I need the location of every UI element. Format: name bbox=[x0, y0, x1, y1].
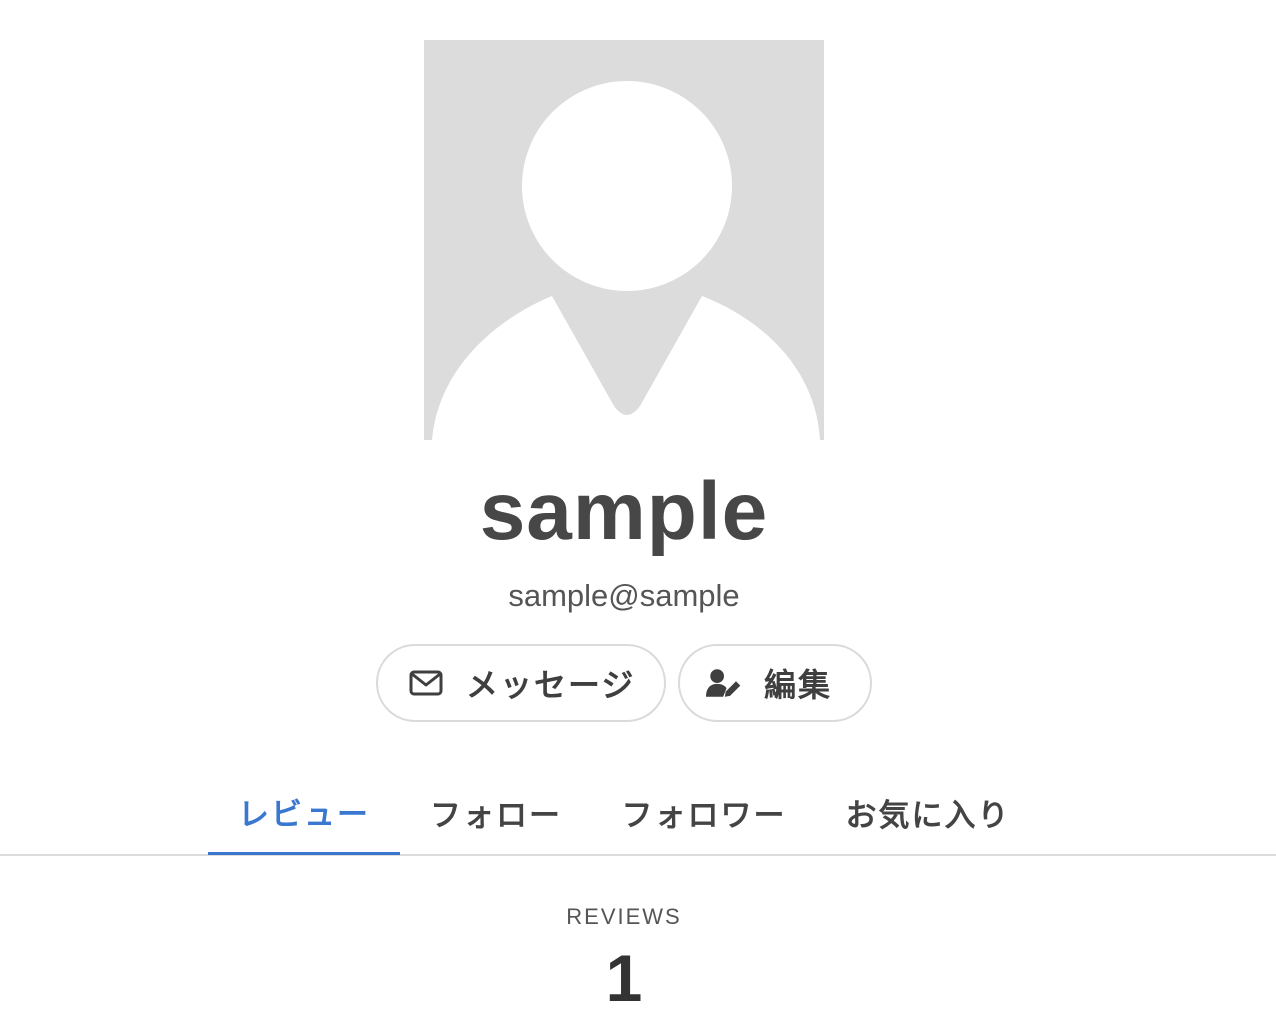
profile-tabs: レビュー フォロー フォロワー お気に入り bbox=[0, 770, 1276, 856]
envelope-icon bbox=[408, 665, 444, 701]
tab-followers[interactable]: フォロワー bbox=[592, 770, 816, 854]
tab-favorites[interactable]: お気に入り bbox=[816, 770, 1040, 854]
edit-profile-button[interactable]: 編集 bbox=[678, 644, 872, 722]
profile-email: sample@sample bbox=[508, 578, 740, 613]
message-button[interactable]: メッセージ bbox=[376, 644, 666, 722]
reviews-count-value: 1 bbox=[605, 941, 643, 1015]
edit-button-label: 編集 bbox=[764, 667, 833, 703]
message-button-label: メッセージ bbox=[466, 667, 636, 703]
default-user-avatar-icon bbox=[424, 40, 824, 440]
user-edit-icon bbox=[706, 665, 742, 701]
profile-page: sample sample@sample メッセージ 編集 レビュー フォロー … bbox=[0, 0, 1276, 1024]
profile-username: sample bbox=[479, 466, 769, 557]
tab-follow[interactable]: フォロー bbox=[400, 770, 592, 854]
avatar bbox=[424, 40, 824, 440]
reviews-count-label: REVIEWS bbox=[566, 904, 682, 929]
tab-reviews[interactable]: レビュー bbox=[208, 770, 400, 855]
